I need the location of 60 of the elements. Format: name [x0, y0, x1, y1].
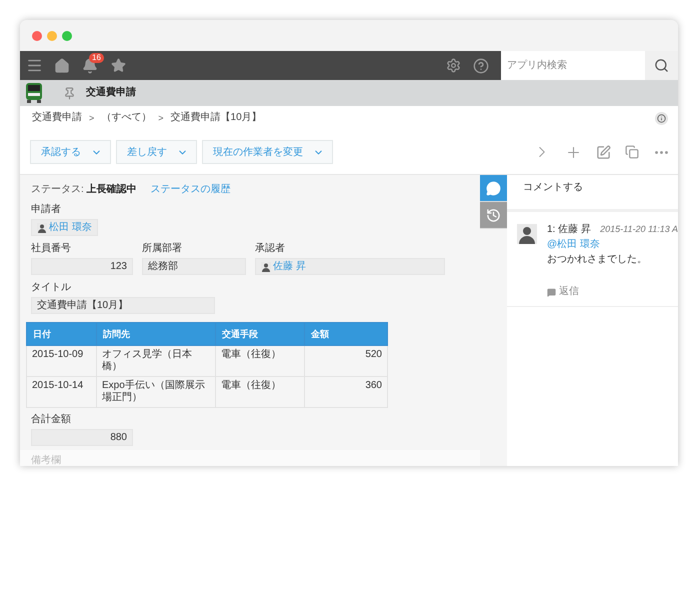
- reply-link[interactable]: 返信: [547, 286, 678, 298]
- column-header: 訪問先: [96, 322, 216, 346]
- action-dropdown-button[interactable]: 差し戻す: [116, 140, 197, 164]
- comment-author: 1: 佐藤 昇: [547, 224, 591, 236]
- speech-bubble-icon: [486, 180, 501, 196]
- field-label: 承認者: [255, 243, 285, 255]
- table-cell: 2015-10-09: [26, 346, 96, 376]
- side-tab[interactable]: [480, 202, 507, 229]
- minimize-window-dot[interactable]: [47, 30, 57, 40]
- edit-icon[interactable]: [596, 144, 611, 160]
- side-tab[interactable]: [480, 175, 507, 202]
- column-header: 交通手段: [216, 322, 304, 346]
- breadcrumb-link[interactable]: （すべて）: [101, 112, 152, 124]
- action-dropdown-button[interactable]: 現在の作業者を変更: [202, 140, 333, 164]
- table-cell: 2015-10-14: [26, 376, 96, 408]
- breadcrumb-separator: >: [158, 112, 164, 124]
- user-avatar-icon: [517, 224, 537, 244]
- field-label: 合計金額: [31, 414, 72, 426]
- app-title: 交通費申請: [86, 87, 136, 99]
- user-avatar-icon: [261, 262, 271, 272]
- table-cell: 520: [304, 346, 388, 376]
- train-icon: [25, 83, 43, 103]
- comment-time: 2015-11-20 11:13 A: [600, 224, 678, 236]
- zoom-window-dot[interactable]: [62, 30, 72, 40]
- breadcrumb-link[interactable]: 交通費申請: [32, 112, 82, 124]
- comment-text: おつかれさまでした。: [547, 254, 648, 266]
- table-cell: オフィス見学（日本橋）: [96, 346, 216, 376]
- breadcrumb-separator: >: [89, 112, 94, 124]
- user-field: 松田 環奈: [31, 219, 98, 236]
- field-label: 申請者: [31, 204, 61, 216]
- column-header: 日付: [26, 322, 96, 346]
- field-label: 所属部署: [142, 243, 182, 255]
- table-cell: 電車（往復）: [216, 376, 304, 408]
- mention-link[interactable]: @松田 環奈: [547, 239, 678, 251]
- search-button[interactable]: [645, 51, 678, 80]
- action-dropdown-button[interactable]: 承認する: [30, 140, 111, 164]
- search-field[interactable]: アプリ内検索: [501, 51, 645, 80]
- breadcrumb-link[interactable]: 交通費申請【10月】: [170, 112, 262, 124]
- search-icon: [654, 58, 669, 73]
- field-label: 社員番号: [31, 243, 71, 255]
- user-avatar-icon: [37, 222, 47, 232]
- history-icon: [486, 208, 501, 222]
- number-field: 123: [31, 258, 133, 275]
- notification-count: 16: [89, 53, 104, 63]
- table-cell: 360: [304, 376, 388, 408]
- user-field: 佐藤 昇: [255, 258, 445, 275]
- copy-icon[interactable]: [625, 145, 639, 159]
- field-label: 備考欄: [31, 455, 62, 466]
- table-cell: 電車（往復）: [216, 346, 304, 376]
- status-text: ステータス: 上長確認中: [31, 184, 137, 196]
- info-icon[interactable]: [655, 112, 668, 124]
- status-history-link[interactable]: ステータスの履歴: [150, 184, 231, 196]
- column-header: 金額: [304, 322, 388, 346]
- close-window-dot[interactable]: [32, 30, 42, 40]
- pin-icon[interactable]: [63, 86, 76, 100]
- speech-bubble-icon: [547, 288, 556, 296]
- field-label: タイトル: [31, 282, 71, 294]
- table-cell: Expo手伝い（国際展示場正門）: [96, 376, 216, 408]
- number-field: 880: [31, 429, 133, 446]
- comment-prompt[interactable]: コメントする: [523, 182, 583, 193]
